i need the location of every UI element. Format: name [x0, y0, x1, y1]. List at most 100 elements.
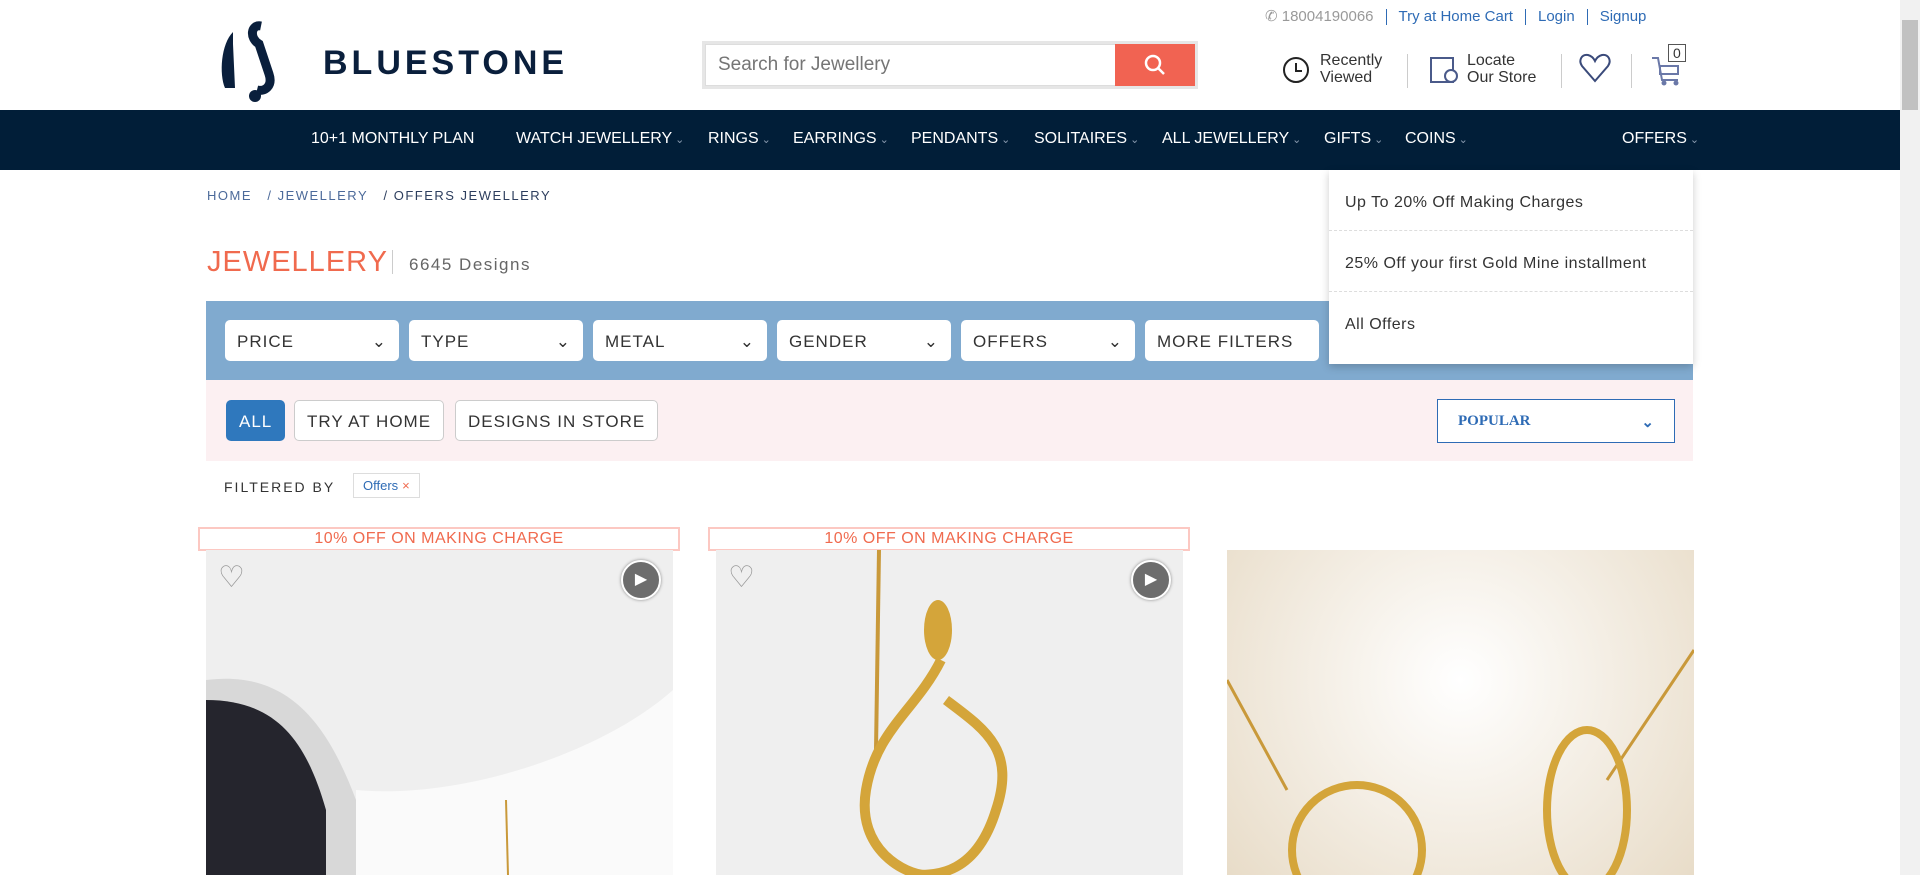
recent-label-1: Recently: [1320, 52, 1383, 69]
filter-chip-offers[interactable]: Offers ×: [353, 473, 420, 498]
filter-label: PRICE: [237, 332, 294, 351]
heart-icon: [1579, 53, 1611, 83]
nav-label: GIFTS: [1324, 130, 1372, 147]
filter-label: TYPE: [421, 332, 470, 351]
recently-viewed[interactable]: Recently Viewed: [1280, 52, 1382, 86]
tab-designs-in-store[interactable]: DESIGNS IN STORE: [455, 400, 659, 441]
product-image: [206, 678, 673, 875]
nav-monthly-plan[interactable]: 10+1 MONTHLY PLAN: [311, 130, 474, 148]
nav-label: ALL JEWELLERY: [1162, 130, 1290, 147]
top-links: ✆ 18004190066 Try at Home Cart Login Sig…: [1265, 6, 1658, 28]
breadcrumb-current: / OFFERS JEWELLERY: [383, 188, 552, 203]
chevron-down-icon: ⌄: [1130, 134, 1140, 146]
chevron-down-icon: ⌄: [1001, 134, 1011, 146]
phone-number[interactable]: ✆ 18004190066: [1265, 9, 1386, 25]
play-video-icon[interactable]: ▶: [1131, 560, 1171, 600]
divider: [1561, 54, 1562, 88]
nav-label: EARRINGS: [793, 130, 877, 147]
login-link[interactable]: Login: [1524, 9, 1587, 25]
nav-rings[interactable]: RINGS ⌄: [708, 130, 771, 148]
scrollbar[interactable]: [1900, 0, 1920, 875]
store-label-2: Our Store: [1467, 69, 1537, 86]
filter-type[interactable]: TYPE ⌄: [409, 320, 583, 361]
nav-label: 10+1 MONTHLY PLAN: [311, 130, 475, 147]
filter-label: MORE FILTERS: [1157, 332, 1294, 351]
nav-pendants[interactable]: PENDANTS ⌄: [911, 130, 1010, 148]
wishlist-button[interactable]: [1578, 52, 1612, 89]
breadcrumb: HOME / JEWELLERY / OFFERS JEWELLERY: [207, 188, 551, 203]
nav-label: SOLITAIRES: [1034, 130, 1128, 147]
chevron-down-icon: ⌄: [1689, 134, 1700, 146]
cart-button[interactable]: 0: [1650, 44, 1686, 91]
product-card-necklace[interactable]: [1227, 550, 1694, 875]
chevron-down-icon: ⌄: [1458, 134, 1468, 146]
offers-menu-item[interactable]: Up To 20% Off Making Charges: [1329, 170, 1693, 231]
filter-label: GENDER: [789, 332, 868, 351]
chevron-down-icon: ⌄: [1374, 134, 1384, 146]
nav-earrings[interactable]: EARRINGS ⌄: [793, 130, 889, 148]
cart-count-badge: 0: [1668, 44, 1686, 62]
nav-label: PENDANTS: [911, 130, 999, 147]
nav-label: COINS: [1405, 130, 1456, 147]
offers-dropdown-menu: Up To 20% Off Making Charges 25% Off you…: [1329, 170, 1693, 364]
chevron-down-icon: ⌄: [555, 332, 571, 351]
search-icon: [1144, 54, 1165, 75]
filter-metal[interactable]: METAL ⌄: [593, 320, 767, 361]
history-icon: [1283, 57, 1309, 83]
tab-try-at-home[interactable]: TRY AT HOME: [294, 400, 445, 441]
nav-label: WATCH JEWELLERY: [516, 130, 673, 147]
nav-gifts[interactable]: GIFTS ⌄: [1324, 130, 1383, 148]
chevron-down-icon: ⌄: [739, 332, 755, 351]
filter-gender[interactable]: GENDER ⌄: [777, 320, 951, 361]
filter-more[interactable]: MORE FILTERS: [1145, 320, 1319, 361]
divider: [1407, 54, 1408, 88]
offers-menu-item[interactable]: 25% Off your first Gold Mine installment: [1329, 231, 1693, 292]
nav-all-jewellery[interactable]: ALL JEWELLERY ⌄: [1162, 130, 1301, 148]
sort-value: POPULAR: [1458, 413, 1531, 429]
tab-all[interactable]: ALL: [226, 400, 286, 441]
chevron-down-icon: ⌄: [1292, 134, 1302, 146]
filter-price[interactable]: PRICE ⌄: [225, 320, 399, 361]
breadcrumb-home[interactable]: HOME: [207, 188, 252, 203]
filter-label: METAL: [605, 332, 666, 351]
nav-offers[interactable]: OFFERS ⌄: [1622, 130, 1699, 148]
product-badge: 10% OFF ON MAKING CHARGE: [708, 527, 1190, 551]
sort-select[interactable]: POPULAR ⌄: [1437, 399, 1675, 443]
try-at-home-cart-link[interactable]: Try at Home Cart: [1385, 9, 1525, 25]
play-video-icon[interactable]: ▶: [621, 560, 661, 600]
breadcrumb-jewellery[interactable]: / JEWELLERY: [267, 188, 368, 203]
locate-store[interactable]: Locate Our Store: [1427, 52, 1536, 86]
chevron-down-icon: ⌄: [879, 134, 889, 146]
nav-coins[interactable]: COINS ⌄: [1405, 130, 1468, 148]
brand-logo[interactable]: BLUESTONE: [323, 44, 568, 83]
nav-watch-jewellery[interactable]: WATCH JEWELLERY ⌄: [516, 130, 684, 148]
chevron-down-icon: ⌄: [371, 332, 387, 351]
page-title: JEWELLERY: [207, 246, 388, 278]
offers-menu-item[interactable]: All Offers: [1329, 292, 1693, 353]
filtered-by-label: FILTERED BY: [224, 479, 336, 495]
design-count: 6645 Designs: [392, 250, 531, 274]
nav-label: OFFERS: [1622, 130, 1687, 147]
divider: [1631, 54, 1632, 88]
nav-solitaires[interactable]: SOLITAIRES ⌄: [1034, 130, 1139, 148]
filter-offers[interactable]: OFFERS ⌄: [961, 320, 1135, 361]
nav-label: RINGS: [708, 130, 759, 147]
product-card-heart-pendant[interactable]: [716, 550, 1183, 875]
product-badge: 10% OFF ON MAKING CHARGE: [198, 527, 680, 551]
product-image: [1227, 649, 1694, 875]
wishlist-heart-icon[interactable]: ♡: [728, 560, 755, 595]
product-card-watch-jewellery[interactable]: [206, 550, 673, 875]
search-button[interactable]: [1115, 44, 1195, 86]
search-bar: [702, 41, 1198, 89]
chevron-down-icon: ⌄: [923, 332, 939, 351]
recent-label-2: Viewed: [1320, 69, 1373, 86]
chevron-down-icon: ⌄: [1641, 415, 1654, 431]
chevron-down-icon: ⌄: [675, 134, 685, 146]
close-icon[interactable]: ×: [402, 478, 410, 493]
chip-label: Offers: [363, 478, 399, 493]
search-input[interactable]: [705, 44, 1115, 86]
signup-link[interactable]: Signup: [1586, 9, 1659, 25]
wishlist-heart-icon[interactable]: ♡: [218, 560, 245, 595]
scrollbar-thumb[interactable]: [1902, 20, 1918, 110]
main-nav: 10+1 MONTHLY PLAN WATCH JEWELLERY ⌄ RINGS…: [0, 110, 1900, 170]
